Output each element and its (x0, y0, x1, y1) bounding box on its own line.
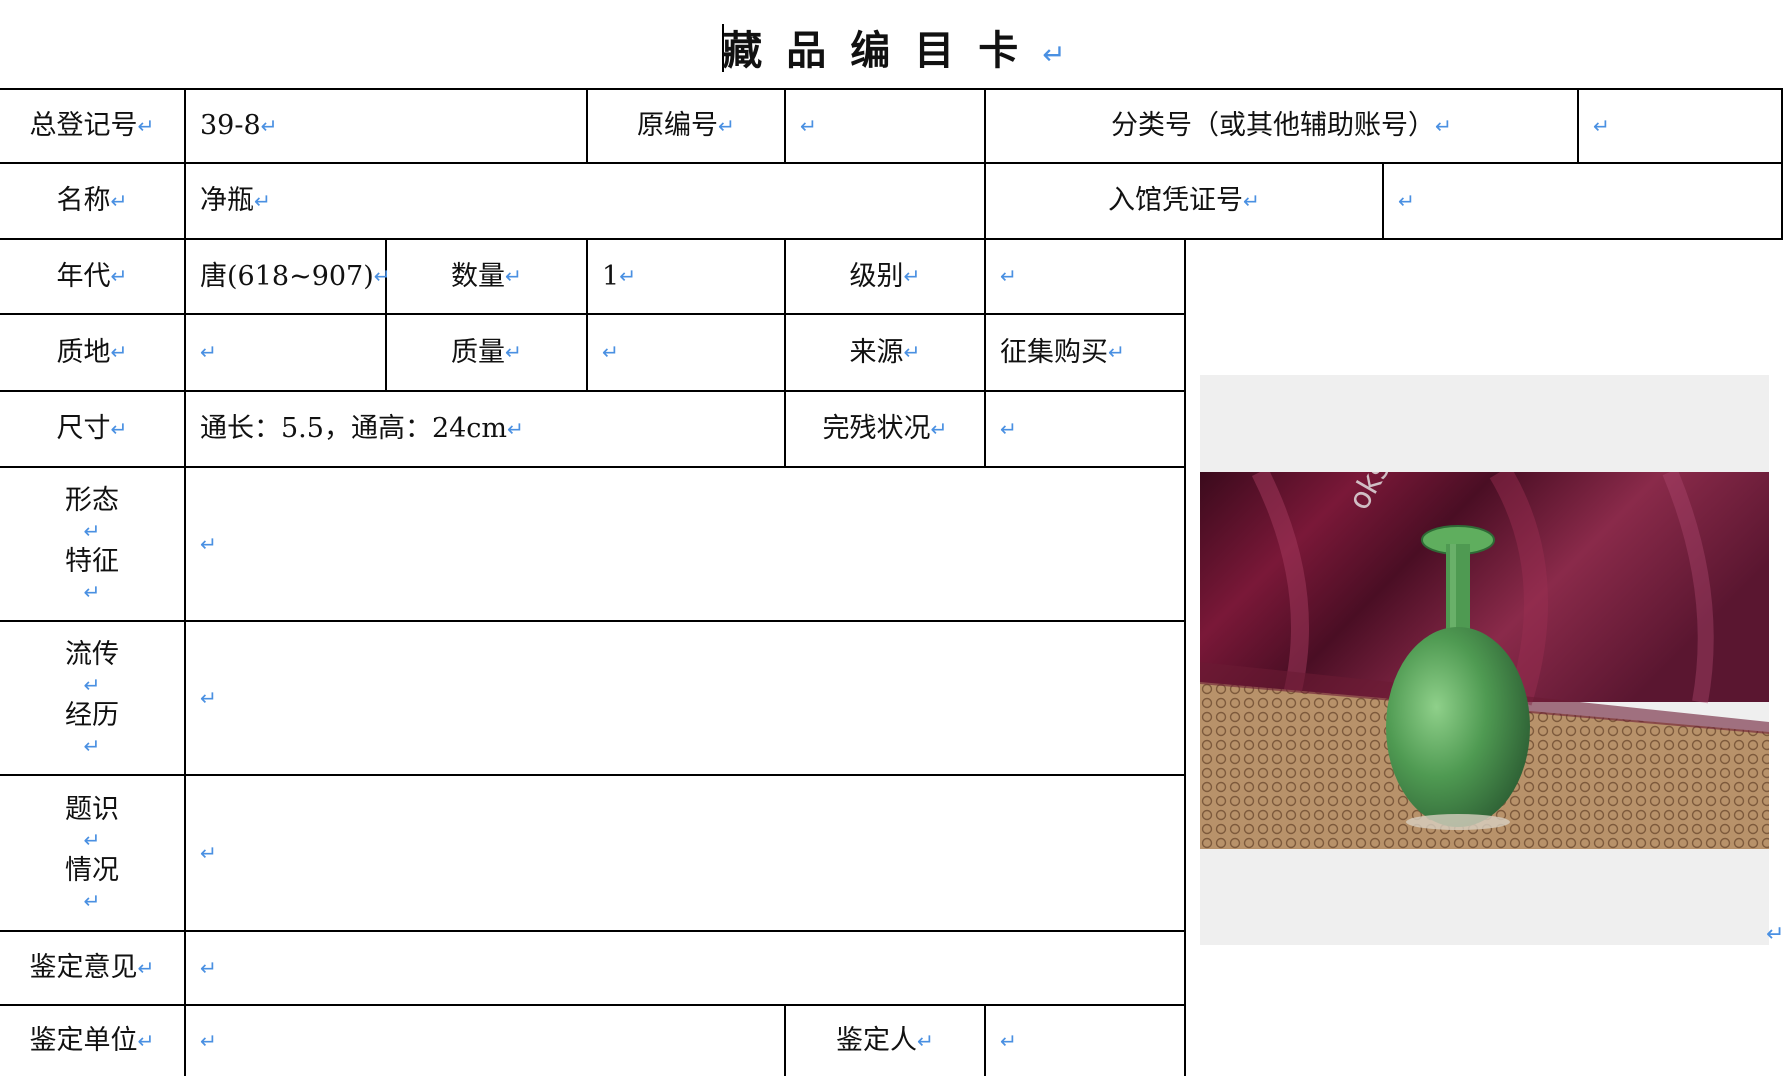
source-field[interactable]: 征集购买 ↵ (986, 315, 1184, 390)
return-mark: ↵ (1766, 922, 1785, 947)
opinion-label: 鉴定意见 ↵ (29, 952, 155, 984)
voucher-label: 入馆凭证号 ↵ (1108, 185, 1260, 217)
size-field[interactable]: 通长：5.5，通高：24cm ↵ (186, 392, 784, 466)
reg-no-field[interactable]: 39-8 ↵ (186, 90, 586, 162)
inscription-field[interactable]: ↵ (186, 776, 1184, 930)
unit-field[interactable]: ↵ (186, 1006, 784, 1076)
unit-label: 鉴定单位 ↵ (29, 1025, 155, 1057)
size-label: 尺寸 ↵ (56, 413, 128, 445)
weight-field[interactable]: ↵ (588, 315, 784, 390)
grade-field[interactable]: ↵ (986, 240, 1184, 313)
era-label: 年代 ↵ (56, 260, 128, 292)
era-field[interactable]: 唐(618~907) ↵ (186, 240, 391, 313)
material-field[interactable]: ↵ (186, 315, 385, 390)
qty-label: 数量 ↵ (451, 260, 522, 292)
card-title: 藏品编目卡↵ (0, 18, 1788, 76)
class-no-field[interactable]: ↵ (1579, 90, 1781, 162)
condition-label: 完残状况 ↵ (822, 413, 948, 445)
card-title-text: 藏品编目卡 (722, 27, 1043, 74)
form-field[interactable]: ↵ (186, 468, 1184, 620)
class-no-label: 分类号（或其他辅助账号） ↵ (1111, 110, 1452, 142)
inscription-label: 题识 ↵ 情况 ↵ (65, 793, 119, 914)
artifact-photo[interactable]: oks (1200, 472, 1769, 849)
return-mark: ↵ (1042, 38, 1066, 71)
green-vase-photo-image: oks (1200, 472, 1769, 849)
condition-field[interactable]: ↵ (986, 392, 1184, 466)
name-label: 名称 ↵ (56, 185, 128, 217)
appraiser-field[interactable]: ↵ (986, 1006, 1184, 1076)
orig-no-label: 原编号 ↵ (637, 110, 735, 142)
form-label: 形态 ↵ 特征 ↵ (65, 484, 119, 605)
appraiser-label: 鉴定人 ↵ (836, 1025, 934, 1057)
opinion-field[interactable]: ↵ (186, 932, 1184, 1004)
grid-line (1184, 238, 1186, 1076)
material-label: 质地 ↵ (56, 336, 128, 368)
qty-field[interactable]: 1 ↵ (588, 240, 784, 313)
grid-line (1781, 88, 1783, 238)
name-field[interactable]: 净瓶 ↵ (186, 164, 984, 238)
history-field[interactable]: ↵ (186, 622, 1184, 774)
source-label: 来源 ↵ (849, 336, 921, 368)
reg-no-label: 总登记号 ↵ (29, 110, 155, 142)
orig-no-field[interactable]: ↵ (786, 90, 984, 162)
weight-label: 质量 ↵ (451, 336, 522, 368)
voucher-field[interactable]: ↵ (1384, 164, 1781, 238)
grade-label: 级别 ↵ (849, 260, 921, 292)
history-label: 流传 ↵ 经历 ↵ (65, 638, 119, 759)
